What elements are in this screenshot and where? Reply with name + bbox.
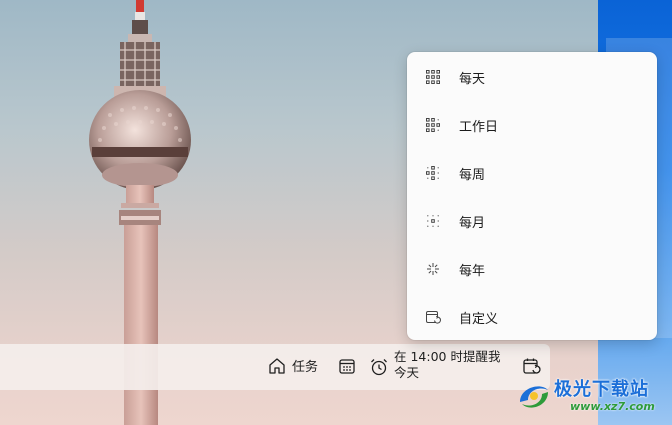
- custom-calendar-repeat-icon: [426, 311, 441, 324]
- watermark-url: www.xz7.com: [570, 400, 655, 413]
- menu-item-label: 每周: [459, 167, 486, 183]
- menu-item-label: 每月: [459, 215, 486, 231]
- task-input-bar: 任务 在 14:00 时提醒我 今天: [0, 344, 550, 390]
- monthly-grid-icon: [427, 215, 439, 227]
- menu-item-weekly[interactable]: 每周: [407, 149, 657, 197]
- weekly-grid-icon: [426, 166, 439, 180]
- daily-grid-icon: [426, 70, 440, 84]
- reminder-day-label: 今天: [394, 365, 420, 380]
- watermark-text: 极光下载站: [554, 379, 649, 400]
- task-list-label: 任务: [292, 360, 319, 375]
- watermark-logo: 极光下载站 www.xz7.com: [512, 372, 668, 422]
- watermark-swirl-icon: [520, 386, 548, 408]
- menu-item-label: 自定义: [459, 311, 499, 327]
- menu-item-label: 每年: [459, 263, 486, 279]
- reminder-time-label: 在 14:00 时提醒我: [394, 349, 501, 364]
- menu-item-monthly[interactable]: 每月: [407, 197, 657, 245]
- due-date-button[interactable]: [338, 357, 356, 375]
- menu-item-custom[interactable]: 自定义: [407, 293, 657, 341]
- menu-item-yearly[interactable]: 每年: [407, 245, 657, 293]
- home-icon: [269, 357, 285, 374]
- menu-item-weekdays[interactable]: 工作日: [407, 101, 657, 149]
- menu-item-label: 工作日: [459, 119, 499, 135]
- repeat-menu: 每天 工作日 每周 每月 每年 自定义: [407, 52, 657, 340]
- reminder-text[interactable]: 在 14:00 时提醒我 今天: [394, 349, 500, 381]
- alarm-clock-icon: [371, 359, 387, 376]
- desktop-screen: 任务 在 14:00 时提醒我 今天 每天 工作日 每周 每月 每年 自定义 极…: [0, 0, 672, 425]
- task-list-button[interactable]: 任务: [268, 356, 318, 375]
- yearly-sparkle-icon: [427, 263, 439, 275]
- menu-item-label: 每天: [459, 71, 486, 87]
- menu-item-daily[interactable]: 每天: [407, 53, 657, 101]
- calendar-icon: [339, 359, 355, 374]
- reminder-button[interactable]: [369, 357, 389, 377]
- weekday-grid-icon: [426, 118, 440, 132]
